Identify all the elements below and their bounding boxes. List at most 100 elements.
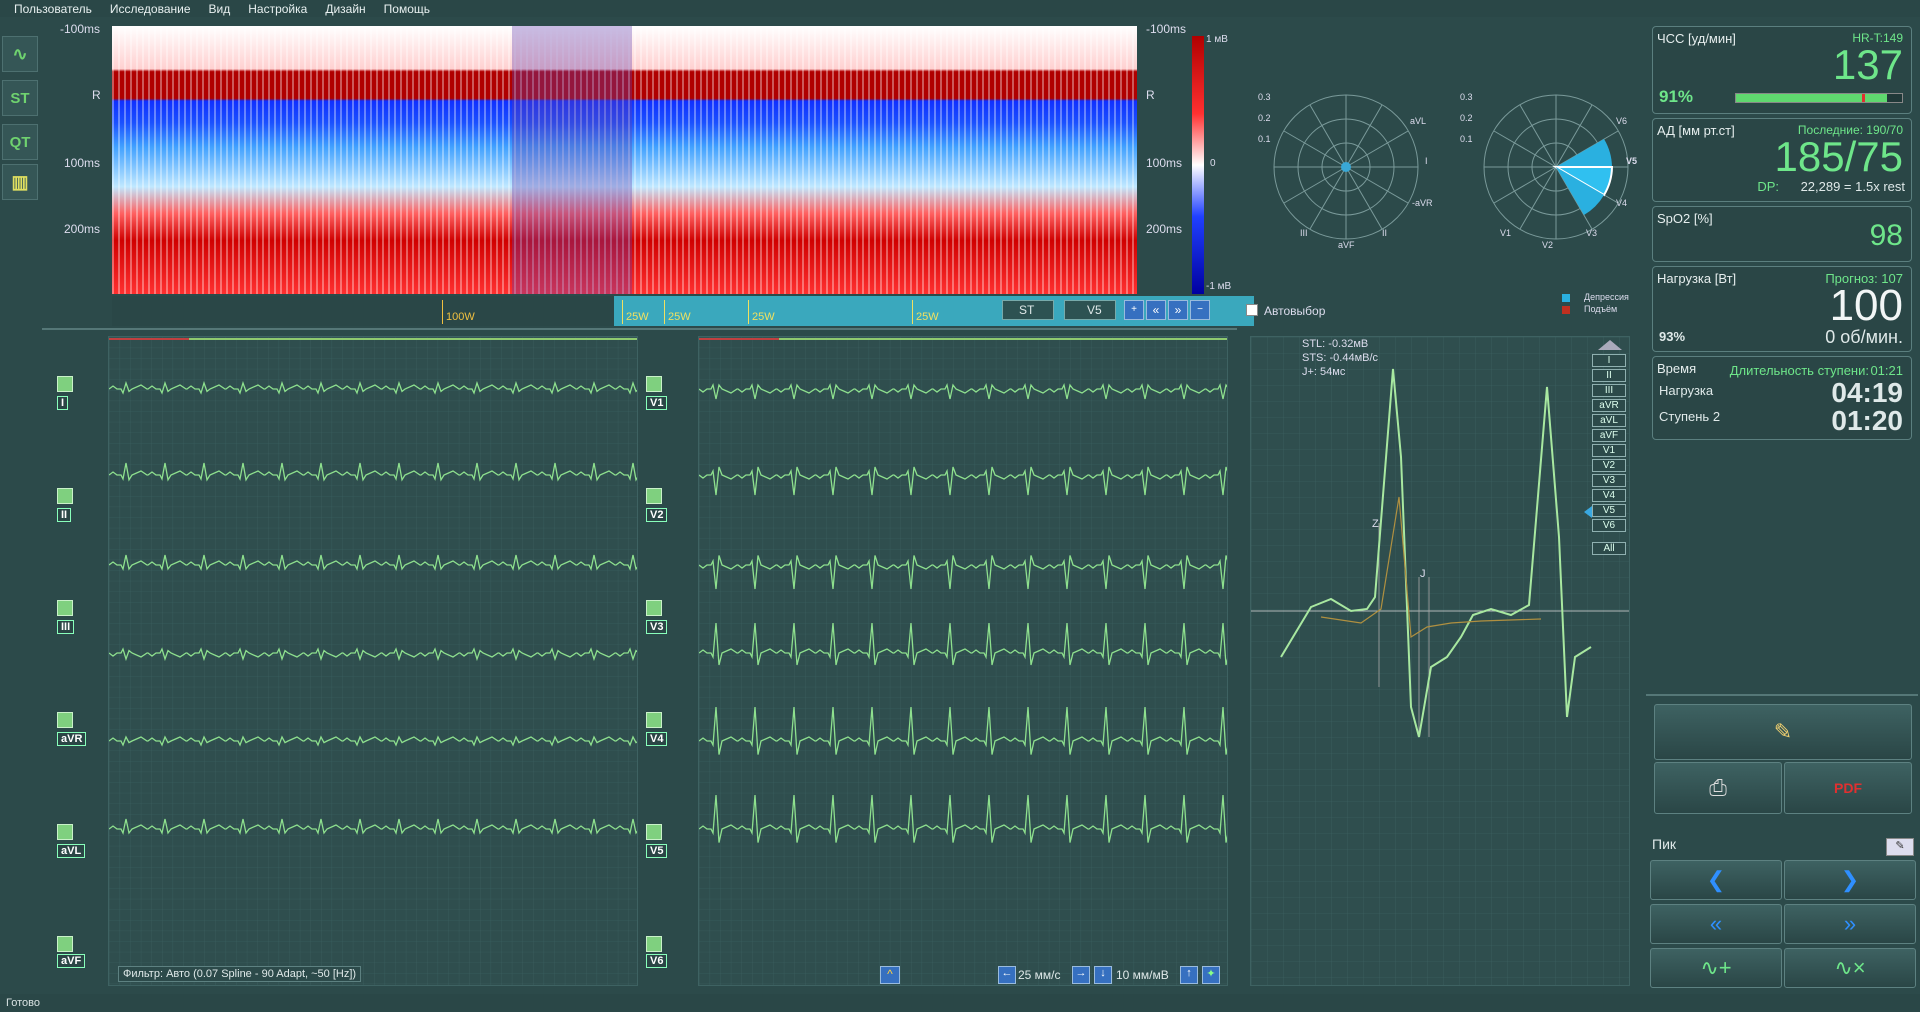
- st-trend-heatmap[interactable]: [112, 26, 1137, 294]
- remove-marker-button[interactable]: ∿×: [1784, 948, 1916, 988]
- polar-lead: aVF: [1338, 240, 1355, 250]
- polar-lead: III: [1300, 228, 1308, 238]
- menu-user[interactable]: Пользователь: [14, 2, 92, 16]
- lead-select-button[interactable]: II: [1592, 369, 1626, 382]
- menu-study[interactable]: Исследование: [110, 2, 191, 16]
- lead-III-marker: [57, 600, 73, 616]
- fast-forward-button[interactable]: »: [1784, 904, 1916, 944]
- load-percent: 93%: [1659, 329, 1686, 344]
- dp-label: DP:: [1757, 179, 1779, 194]
- legend-depression-swatch: [1562, 294, 1570, 302]
- menu-view[interactable]: Вид: [209, 2, 231, 16]
- j-point-value: J+: 54мс: [1302, 366, 1346, 378]
- pdf-export-button[interactable]: PDF: [1784, 762, 1912, 814]
- menu-settings[interactable]: Настройка: [248, 2, 307, 16]
- lead-select-button[interactable]: V1: [1592, 444, 1626, 457]
- lead-I-marker: [57, 376, 73, 392]
- lead-aVL-marker: [57, 824, 73, 840]
- legend-depression: Депрессия: [1584, 292, 1629, 302]
- rpm-value: 0 об/мин.: [1825, 327, 1903, 347]
- lead-select-button[interactable]: V6: [1592, 519, 1626, 532]
- dp-value: 22,289 = 1.5x rest: [1800, 179, 1905, 194]
- trend-tick-left: 100ms: [64, 156, 101, 170]
- lead-select-button[interactable]: All: [1592, 542, 1626, 555]
- forward-icon[interactable]: »: [1168, 300, 1188, 320]
- polar-lead: V5: [1626, 156, 1638, 166]
- lead-select-button[interactable]: aVF: [1592, 429, 1626, 442]
- ecg-chest-leads[interactable]: [698, 336, 1228, 986]
- polar-lead: aVL: [1410, 116, 1427, 126]
- trend-tick-left: R: [92, 88, 101, 102]
- trend-timeline[interactable]: 100W 25W 25W 25W 25W ST V5 + « » −: [112, 296, 1254, 326]
- zoom-in-icon[interactable]: +: [1124, 300, 1144, 320]
- legend-elevation-swatch: [1562, 306, 1570, 314]
- gain-down-icon[interactable]: ↓: [1094, 966, 1112, 984]
- st-view-icon[interactable]: ST: [2, 80, 38, 116]
- polar-lead: V3: [1586, 228, 1598, 238]
- spo2-panel: SpO2 [%] 98: [1652, 206, 1912, 262]
- menu-design[interactable]: Дизайн: [325, 2, 365, 16]
- trend-tick-left: -100ms: [60, 22, 101, 36]
- fast-rewind-button[interactable]: «: [1650, 904, 1782, 944]
- lead-select-button[interactable]: V2: [1592, 459, 1626, 472]
- polar-plots: [1273, 94, 1629, 240]
- filter-label[interactable]: Фильтр: Авто (0.07 Spline - 90 Adapt, ~5…: [118, 966, 362, 982]
- speed-up-icon[interactable]: →: [1072, 966, 1090, 984]
- gain-value: 10 мм/мВ: [1116, 968, 1169, 982]
- lead-aVF-marker: [57, 936, 73, 952]
- trend-lead-select[interactable]: V5: [1064, 300, 1116, 320]
- status-bar: Готово: [0, 994, 1920, 1012]
- qt-view-icon[interactable]: QT: [2, 124, 38, 160]
- trend-view-icon[interactable]: ▥: [2, 164, 38, 200]
- ecg-chest-traces: [699, 337, 1227, 985]
- ecg-view-icon[interactable]: ∿: [2, 36, 38, 72]
- settings-icon[interactable]: ✦: [1202, 966, 1220, 984]
- lead-select-button[interactable]: aVL: [1592, 414, 1626, 427]
- speed-down-icon[interactable]: ←: [998, 966, 1016, 984]
- trend-type-select[interactable]: ST: [1002, 300, 1054, 320]
- hr-progress: [1735, 93, 1903, 103]
- load-marker: 25W: [748, 300, 775, 324]
- j-marker: J: [1420, 568, 1426, 580]
- lead-label: V3: [646, 620, 668, 634]
- caret-up-icon[interactable]: ^: [880, 966, 900, 984]
- print-button[interactable]: ⎙: [1654, 762, 1782, 814]
- lead-select-button[interactable]: I: [1592, 354, 1626, 367]
- speed-value: 25 мм/с: [1018, 968, 1061, 982]
- colorbar-top: 1 мВ: [1206, 34, 1228, 45]
- trend-tick-right: R: [1146, 88, 1155, 102]
- previous-button[interactable]: ❮: [1650, 860, 1782, 900]
- lead-V2-marker: [646, 488, 662, 504]
- gain-up-icon[interactable]: ↑: [1180, 966, 1198, 984]
- autoselect-checkbox[interactable]: [1246, 304, 1258, 316]
- stage-time: 01:20: [1831, 405, 1903, 436]
- load-marker: 25W: [664, 300, 691, 324]
- lead-label: V2: [646, 508, 668, 522]
- polar-tick: 0.3: [1460, 92, 1473, 102]
- lead-select-button[interactable]: V4: [1592, 489, 1626, 502]
- lead-V4-marker: [646, 712, 662, 728]
- lead-select-button[interactable]: V3: [1592, 474, 1626, 487]
- sts-value: STS: -0.44мВ/с: [1302, 352, 1379, 364]
- colorbar: [1192, 36, 1204, 294]
- lead-label: I: [57, 396, 69, 410]
- lead-label: aVF: [57, 954, 86, 968]
- report-edit-button[interactable]: ✎: [1654, 704, 1912, 760]
- lead-scroll-up-icon[interactable]: [1598, 340, 1622, 350]
- rewind-icon[interactable]: «: [1146, 300, 1166, 320]
- average-complex-panel[interactable]: [1250, 336, 1630, 986]
- lead-V6-marker: [646, 936, 662, 952]
- add-marker-button[interactable]: ∿+: [1650, 948, 1782, 988]
- hr-panel: ЧСС [уд/мин] HR-T:149 137 91%: [1652, 26, 1912, 114]
- peak-edit-icon[interactable]: ✎: [1886, 838, 1914, 856]
- ecg-limb-leads[interactable]: [108, 336, 638, 986]
- zoom-out-icon[interactable]: −: [1190, 300, 1210, 320]
- lead-select-button[interactable]: III: [1592, 384, 1626, 397]
- next-button[interactable]: ❯: [1784, 860, 1916, 900]
- lead-label: aVL: [57, 844, 86, 858]
- lead-label: V4: [646, 732, 668, 746]
- lead-select-button[interactable]: aVR: [1592, 399, 1626, 412]
- polar-lead: I: [1425, 156, 1428, 166]
- menu-help[interactable]: Помощь: [384, 2, 430, 16]
- lead-select-button[interactable]: V5: [1592, 504, 1626, 517]
